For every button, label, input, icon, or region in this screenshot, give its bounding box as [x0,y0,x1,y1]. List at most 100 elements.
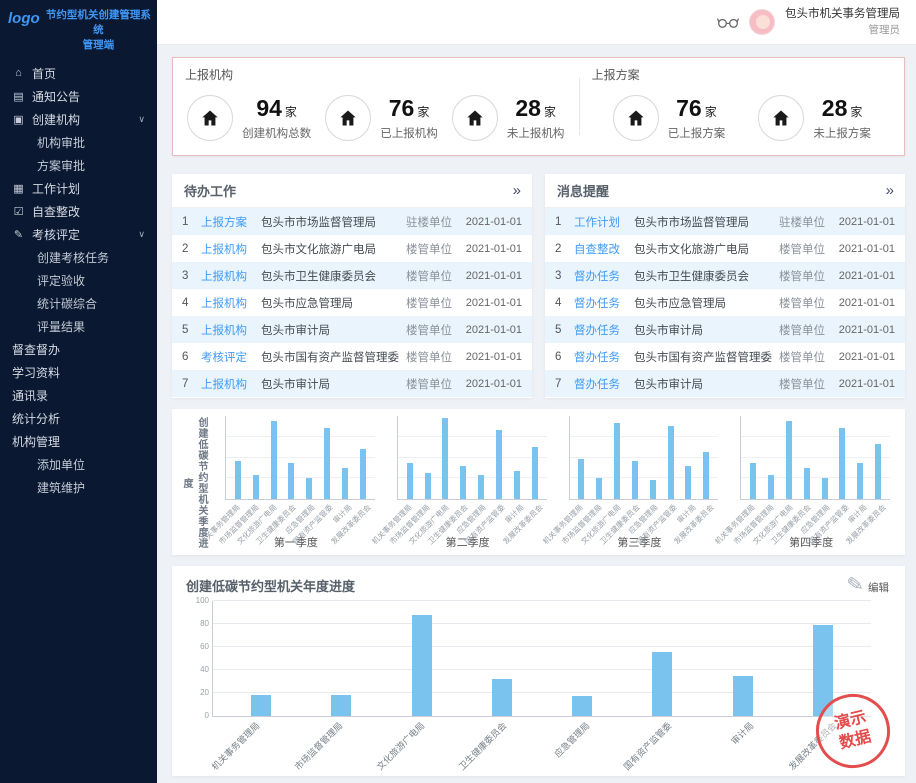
row-link[interactable]: 督办任务 [574,349,628,365]
user-info[interactable]: 包头市机关事务管理局 管理员 [785,7,900,37]
row-date: 2021-01-01 [837,324,895,336]
bar [875,444,881,499]
sidebar-item-创建机构[interactable]: ▣创建机构∨ [0,108,157,131]
chevron-down-icon: ∨ [138,114,145,125]
stat-label: 已上报机构 [380,125,438,141]
sidebar-item-首页[interactable]: ⌂首页 [0,62,157,85]
sidebar-item-创建考核任务[interactable]: 创建考核任务 [0,246,157,269]
sidebar-item-评量结果[interactable]: 评量结果 [0,315,157,338]
sidebar-item-考核评定[interactable]: ✎考核评定∨ [0,223,157,246]
row-index: 2 [182,243,195,255]
sidebar-item-通讯录[interactable]: 通讯录 [0,384,157,407]
sidebar-item-通知公告[interactable]: ▤通知公告 [0,85,157,108]
stat-label: 创建机构总数 [242,125,311,141]
row-link[interactable]: 自查整改 [574,241,628,257]
stat-value: 76 [676,95,702,122]
more-icon[interactable]: » [513,182,520,199]
x-tick-label: 应急管理局 [551,719,592,760]
annual-progress-panel: 创建低碳节约型机关年度进度 ✎ 编辑 020406080100 机关事务管理局市… [172,566,905,776]
sidebar-item-自查整改[interactable]: ☑自查整改 [0,200,157,223]
bar [632,461,638,499]
row-index: 1 [182,216,195,228]
stats-row: 94家创建机构总数76家已上报机构28家未上报机构 [173,87,579,149]
table-row: 5督办任务包头市审计局楼管单位2021-01-01 [545,316,905,343]
bar [650,480,656,499]
row-link[interactable]: 上报机构 [201,241,255,257]
row-org: 包头市市场监督管理局 [261,214,400,230]
sidebar-item-机构审批[interactable]: 机构审批 [0,131,157,154]
sidebar-item-建筑维护[interactable]: 建筑维护 [0,476,157,499]
avatar[interactable] [749,9,775,35]
x-tick: 国有资产监管委 [624,717,706,769]
row-link[interactable]: 督办任务 [574,295,628,311]
stats-group-title: 上报方案 [580,64,904,87]
check-icon: ☑ [12,205,25,218]
stat-text: 76家已上报方案 [668,95,726,141]
stat-value: 94 [256,95,282,122]
row-date: 2021-01-01 [464,324,522,336]
sidebar-item-添加单位[interactable]: 添加单位 [0,453,157,476]
stat-unit: 家 [417,103,429,120]
bar [804,468,810,499]
row-link[interactable]: 考核评定 [201,349,255,365]
notice-icon: ▤ [12,90,25,103]
row-link[interactable]: 上报机构 [201,268,255,284]
sidebar-item-label: 统计碳综合 [37,295,97,312]
table-row: 3督办任务包头市卫生健康委员会楼管单位2021-01-01 [545,262,905,289]
stats-row: 76家已上报方案28家未上报方案 [580,87,904,149]
home-icon [452,95,498,141]
x-tick: 发展改革委员会 [871,500,890,534]
sidebar-item-工作计划[interactable]: ▦工作计划 [0,177,157,200]
sidebar-item-督查督办[interactable]: 督查督办 [0,338,157,361]
bar [492,679,512,716]
bar [750,463,756,499]
quarter-chart-bars [741,416,890,499]
org-icon: ▣ [12,113,25,126]
row-index: 7 [555,378,568,390]
row-link[interactable]: 督办任务 [574,376,628,392]
y-tick-label: 0 [185,711,209,720]
edit-button[interactable]: ✎ 编辑 [847,575,889,595]
bar [425,473,431,499]
row-index: 7 [182,378,195,390]
sidebar-item-机构管理[interactable]: 机构管理 [0,430,157,453]
table-row: 4上报机构包头市应急管理局楼管单位2021-01-01 [172,289,532,316]
home-icon [187,95,233,141]
sidebar-item-统计分析[interactable]: 统计分析 [0,407,157,430]
glasses-icon[interactable] [717,16,739,29]
sidebar-item-统计碳综合[interactable]: 统计碳综合 [0,292,157,315]
bar [596,478,602,499]
row-link[interactable]: 上报机构 [201,322,255,338]
bar [786,421,792,499]
x-tick-label: 审计局 [728,719,756,747]
sidebar-item-学习资料[interactable]: 学习资料 [0,361,157,384]
annual-panel-header: 创建低碳节约型机关年度进度 ✎ 编辑 [172,566,905,597]
bar [253,475,259,499]
logo: logo 节约型机关创建管理系统 管理端 [0,0,157,58]
stat-item: 76家已上报方案 [613,95,726,141]
quarter-chart-plot [740,416,890,500]
sidebar-item-label: 建筑维护 [37,479,85,496]
sidebar-item-评定验收[interactable]: 评定验收 [0,269,157,292]
x-tick: 发展改革委员会 [700,500,719,534]
row-org: 包头市审计局 [634,376,773,392]
home-icon [613,95,659,141]
row-link[interactable]: 上报机构 [201,295,255,311]
row-org: 包头市市场监督管理局 [634,214,773,230]
sidebar-item-方案审批[interactable]: 方案审批 [0,154,157,177]
bar [442,418,448,499]
x-tick: 审计局 [706,717,788,769]
x-tick: 应急管理局 [542,717,624,769]
row-tag: 驻楼单位 [406,214,458,230]
row-link[interactable]: 上报方案 [201,214,255,230]
row-link[interactable]: 督办任务 [574,322,628,338]
sidebar-item-label: 添加单位 [37,456,85,473]
table-row: 5上报机构包头市审计局楼管单位2021-01-01 [172,316,532,343]
row-tag: 驻楼单位 [779,214,831,230]
row-tag: 楼管单位 [406,295,458,311]
row-link[interactable]: 上报机构 [201,376,255,392]
row-link[interactable]: 工作计划 [574,214,628,230]
more-icon[interactable]: » [886,182,893,199]
row-link[interactable]: 督办任务 [574,268,628,284]
bar [822,478,828,499]
